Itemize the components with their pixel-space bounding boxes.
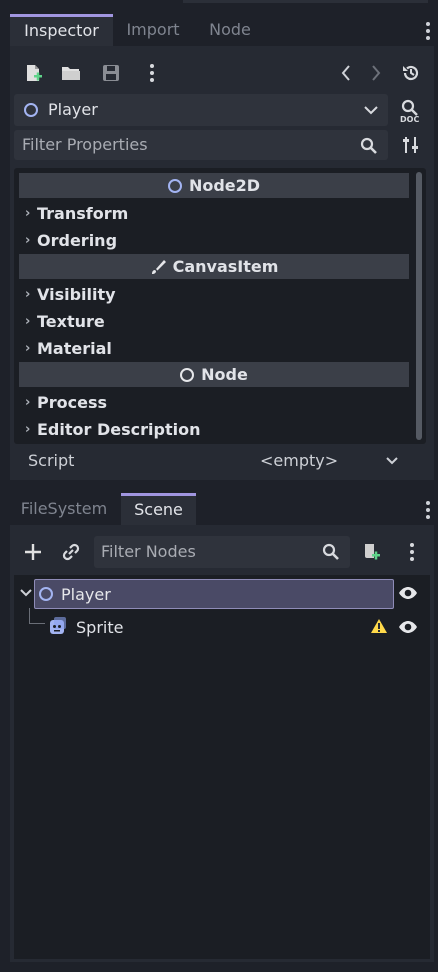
group-label: Visibility — [37, 284, 116, 304]
filter-nodes-input[interactable]: Filter Nodes — [94, 536, 350, 568]
group-texture[interactable]: › Texture — [19, 308, 409, 334]
property-settings-icon[interactable] — [400, 134, 422, 156]
tab-inspector[interactable]: Inspector — [10, 14, 113, 46]
more-options-icon[interactable] — [148, 62, 156, 84]
tree-connector — [29, 608, 30, 624]
chevron-down-icon[interactable] — [386, 457, 398, 465]
chevron-right-icon: › — [25, 232, 31, 248]
add-node-icon[interactable] — [22, 541, 44, 563]
section-title: Node — [201, 365, 248, 384]
chevron-right-icon: › — [25, 421, 31, 437]
tab-node[interactable]: Node — [200, 14, 260, 46]
chevron-right-icon: › — [25, 313, 31, 329]
open-folder-icon[interactable] — [60, 62, 82, 84]
scene-dock-menu-icon[interactable] — [426, 501, 430, 522]
tree-connector — [29, 623, 45, 624]
script-value[interactable]: <empty> — [260, 451, 338, 470]
selected-node-label: Player — [48, 100, 98, 119]
inspector-menu-icon[interactable] — [426, 22, 430, 43]
node-selector[interactable]: Player — [14, 94, 388, 126]
filter-nodes-placeholder: Filter Nodes — [101, 542, 196, 561]
sprite-icon — [50, 617, 66, 634]
group-label: Process — [37, 392, 107, 412]
tab-scene[interactable]: Scene — [121, 493, 196, 525]
scene-dock-tabbar: FileSystem Scene — [10, 493, 434, 525]
node2d-icon — [39, 587, 53, 601]
scene-dock: FileSystem Scene Filter Nodes Player Spr… — [10, 493, 434, 962]
group-label: Editor Description — [37, 419, 201, 439]
section-title: Node2D — [188, 176, 261, 195]
tree-item-label: Sprite — [76, 618, 124, 637]
instance-link-icon[interactable] — [60, 541, 82, 563]
search-icon — [322, 543, 339, 560]
group-transform[interactable]: › Transform — [19, 200, 409, 226]
chevron-right-icon: › — [25, 340, 31, 356]
node2d-icon — [24, 103, 38, 117]
new-resource-icon[interactable] — [22, 62, 44, 84]
tree-item-player[interactable]: Player — [34, 579, 394, 609]
tab-filesystem[interactable]: FileSystem — [14, 493, 114, 525]
group-visibility[interactable]: › Visibility — [19, 281, 409, 307]
group-label: Texture — [37, 311, 105, 331]
node-icon — [180, 367, 195, 382]
tree-item-label: Player — [61, 585, 111, 604]
filter-properties-input[interactable]: Filter Properties — [14, 130, 388, 160]
group-editor-description[interactable]: › Editor Description — [19, 416, 409, 442]
object-history-icon[interactable] — [400, 62, 422, 84]
group-process[interactable]: › Process — [19, 389, 409, 415]
inspector-panel: Inspector Import Node Player DOC Filter … — [10, 14, 434, 480]
warning-icon[interactable] — [370, 618, 388, 634]
tab-import[interactable]: Import — [118, 14, 188, 46]
visibility-eye-icon[interactable] — [398, 619, 418, 635]
property-scrollbar[interactable] — [416, 172, 422, 440]
group-label: Transform — [37, 203, 129, 223]
chevron-right-icon: › — [25, 286, 31, 302]
group-material[interactable]: › Material — [19, 335, 409, 361]
script-label: Script — [28, 451, 75, 470]
attach-script-icon[interactable] — [360, 541, 382, 563]
section-title: CanvasItem — [172, 257, 279, 276]
collapse-chevron-icon[interactable] — [20, 589, 32, 597]
filter-properties-placeholder: Filter Properties — [22, 135, 148, 154]
section-canvasitem[interactable]: CanvasItem — [19, 254, 409, 279]
group-label: Ordering — [37, 230, 118, 250]
save-icon[interactable] — [100, 62, 122, 84]
chevron-right-icon: › — [25, 205, 31, 221]
tree-item-sprite[interactable]: Sprite — [48, 613, 378, 641]
node2d-icon — [167, 178, 182, 193]
chevron-right-icon: › — [25, 394, 31, 410]
chevron-down-icon — [364, 106, 378, 115]
inspector-tabbar: Inspector Import Node — [10, 14, 434, 46]
history-back-icon[interactable] — [338, 62, 354, 84]
history-forward-icon[interactable] — [368, 62, 384, 84]
scene-more-options-icon[interactable] — [408, 541, 416, 563]
open-docs-icon[interactable]: DOC — [398, 98, 424, 124]
section-node[interactable]: Node — [19, 362, 409, 387]
search-icon — [360, 137, 377, 154]
top-panel-remnant — [0, 0, 438, 6]
svg-text:DOC: DOC — [400, 115, 419, 123]
group-ordering[interactable]: › Ordering — [19, 227, 409, 253]
brush-icon — [151, 259, 166, 274]
script-property-row[interactable]: Script <empty> — [14, 448, 426, 474]
group-label: Material — [37, 338, 112, 358]
visibility-eye-icon[interactable] — [398, 585, 418, 601]
section-node2d[interactable]: Node2D — [19, 173, 409, 198]
